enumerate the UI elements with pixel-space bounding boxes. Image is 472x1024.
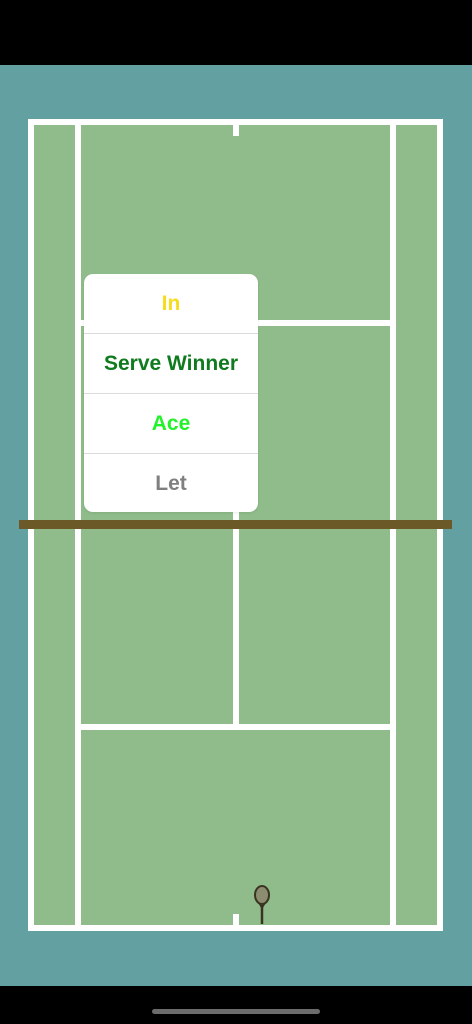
call-in-option[interactable]: In — [84, 274, 258, 334]
call-serve-winner-option[interactable]: Serve Winner — [84, 334, 258, 394]
call-let-option[interactable]: Let — [84, 454, 258, 512]
call-popup-menu: In Serve Winner Ace Let — [84, 274, 258, 512]
home-indicator[interactable] — [152, 1009, 320, 1014]
tennis-court[interactable] — [0, 0, 472, 1024]
call-ace-option[interactable]: Ace — [84, 394, 258, 454]
net — [19, 520, 452, 529]
